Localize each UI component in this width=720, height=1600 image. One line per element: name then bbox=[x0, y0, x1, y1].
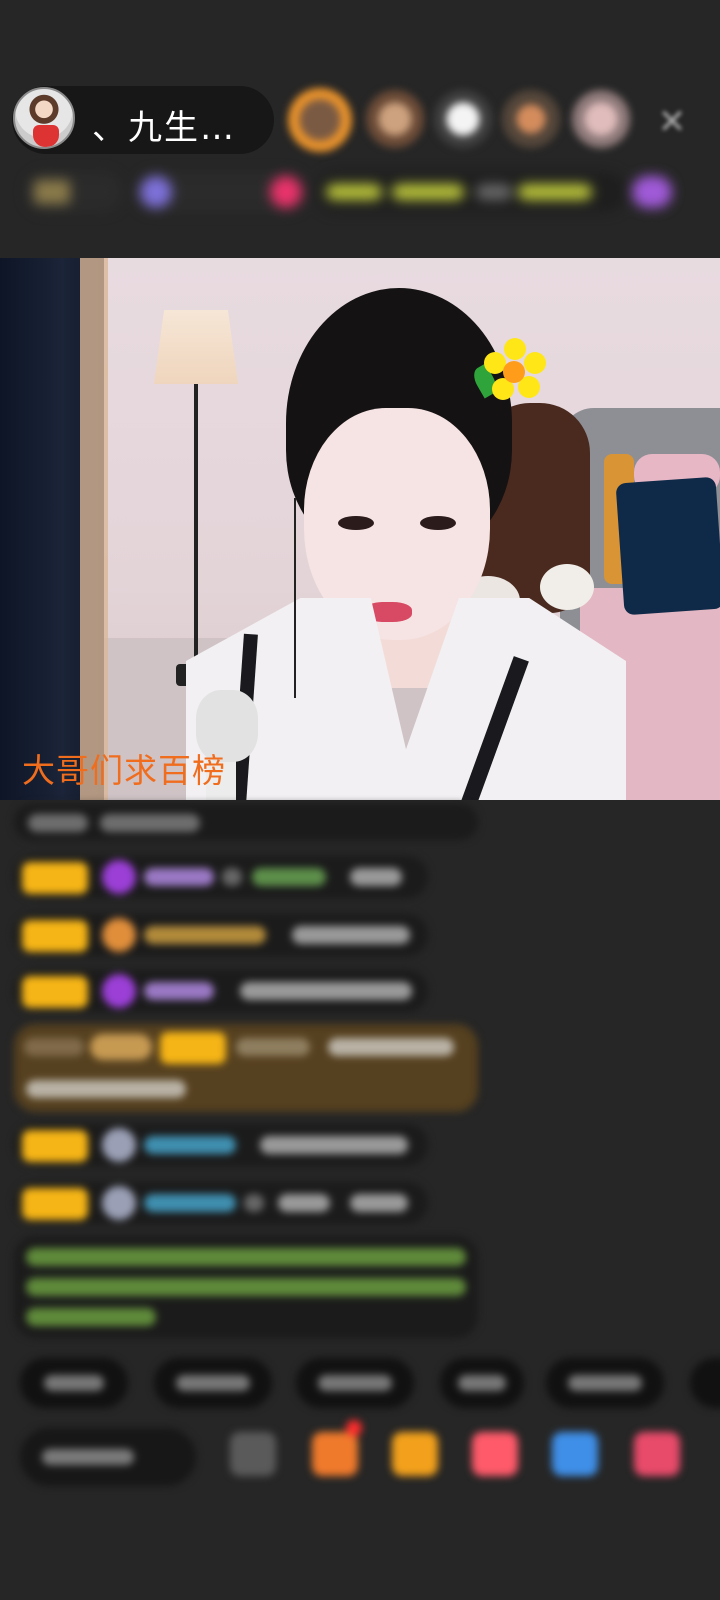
pillow bbox=[615, 476, 720, 616]
message-icon[interactable] bbox=[552, 1432, 598, 1476]
video-caption: 大哥们求百榜 bbox=[22, 751, 226, 790]
more-icon[interactable] bbox=[230, 1432, 276, 1476]
quick-reply-chip[interactable] bbox=[154, 1358, 272, 1408]
gift-chip[interactable] bbox=[632, 176, 672, 208]
chat-message bbox=[14, 1124, 428, 1166]
gift-icon[interactable] bbox=[634, 1432, 680, 1476]
quick-reply-chip[interactable] bbox=[546, 1358, 664, 1408]
host-name[interactable]: 、九生… bbox=[92, 100, 236, 149]
chat-message-highlight bbox=[14, 1024, 478, 1112]
notification-dot-icon bbox=[346, 1420, 362, 1436]
chat-message bbox=[14, 970, 428, 1012]
top-viewer-avatar[interactable] bbox=[366, 90, 424, 148]
chat-message bbox=[14, 856, 428, 898]
top-viewer-avatar[interactable] bbox=[502, 90, 560, 148]
lamp-pole bbox=[194, 384, 198, 674]
streamer-eye bbox=[420, 516, 456, 530]
red-packet-icon[interactable] bbox=[392, 1432, 438, 1476]
quick-reply-chip[interactable] bbox=[690, 1358, 720, 1408]
system-notice bbox=[14, 1236, 478, 1338]
quick-reply-chip[interactable] bbox=[20, 1358, 128, 1408]
chat-input[interactable] bbox=[20, 1428, 196, 1486]
chat-message bbox=[14, 914, 428, 956]
top-viewer-avatar[interactable] bbox=[572, 90, 630, 148]
chat-message bbox=[14, 804, 478, 840]
close-icon[interactable]: ✕ bbox=[650, 100, 694, 144]
teddy-bear-paw bbox=[540, 564, 594, 610]
earphone-wire bbox=[294, 498, 296, 698]
flower-sticker-icon bbox=[469, 338, 560, 418]
streamer-eye bbox=[338, 516, 374, 530]
quick-reply-chip[interactable] bbox=[296, 1358, 414, 1408]
chat-message bbox=[14, 1182, 428, 1224]
top-viewer-avatar[interactable] bbox=[434, 90, 492, 148]
game-icon[interactable] bbox=[472, 1432, 518, 1476]
video-wall-edge bbox=[80, 258, 108, 800]
lamp bbox=[154, 310, 238, 384]
quick-reply-chip[interactable] bbox=[440, 1358, 524, 1408]
top-viewer-avatar[interactable] bbox=[288, 88, 352, 152]
host-avatar[interactable] bbox=[13, 87, 75, 149]
gift-box-icon[interactable] bbox=[312, 1432, 358, 1476]
live-video[interactable] bbox=[0, 258, 720, 800]
